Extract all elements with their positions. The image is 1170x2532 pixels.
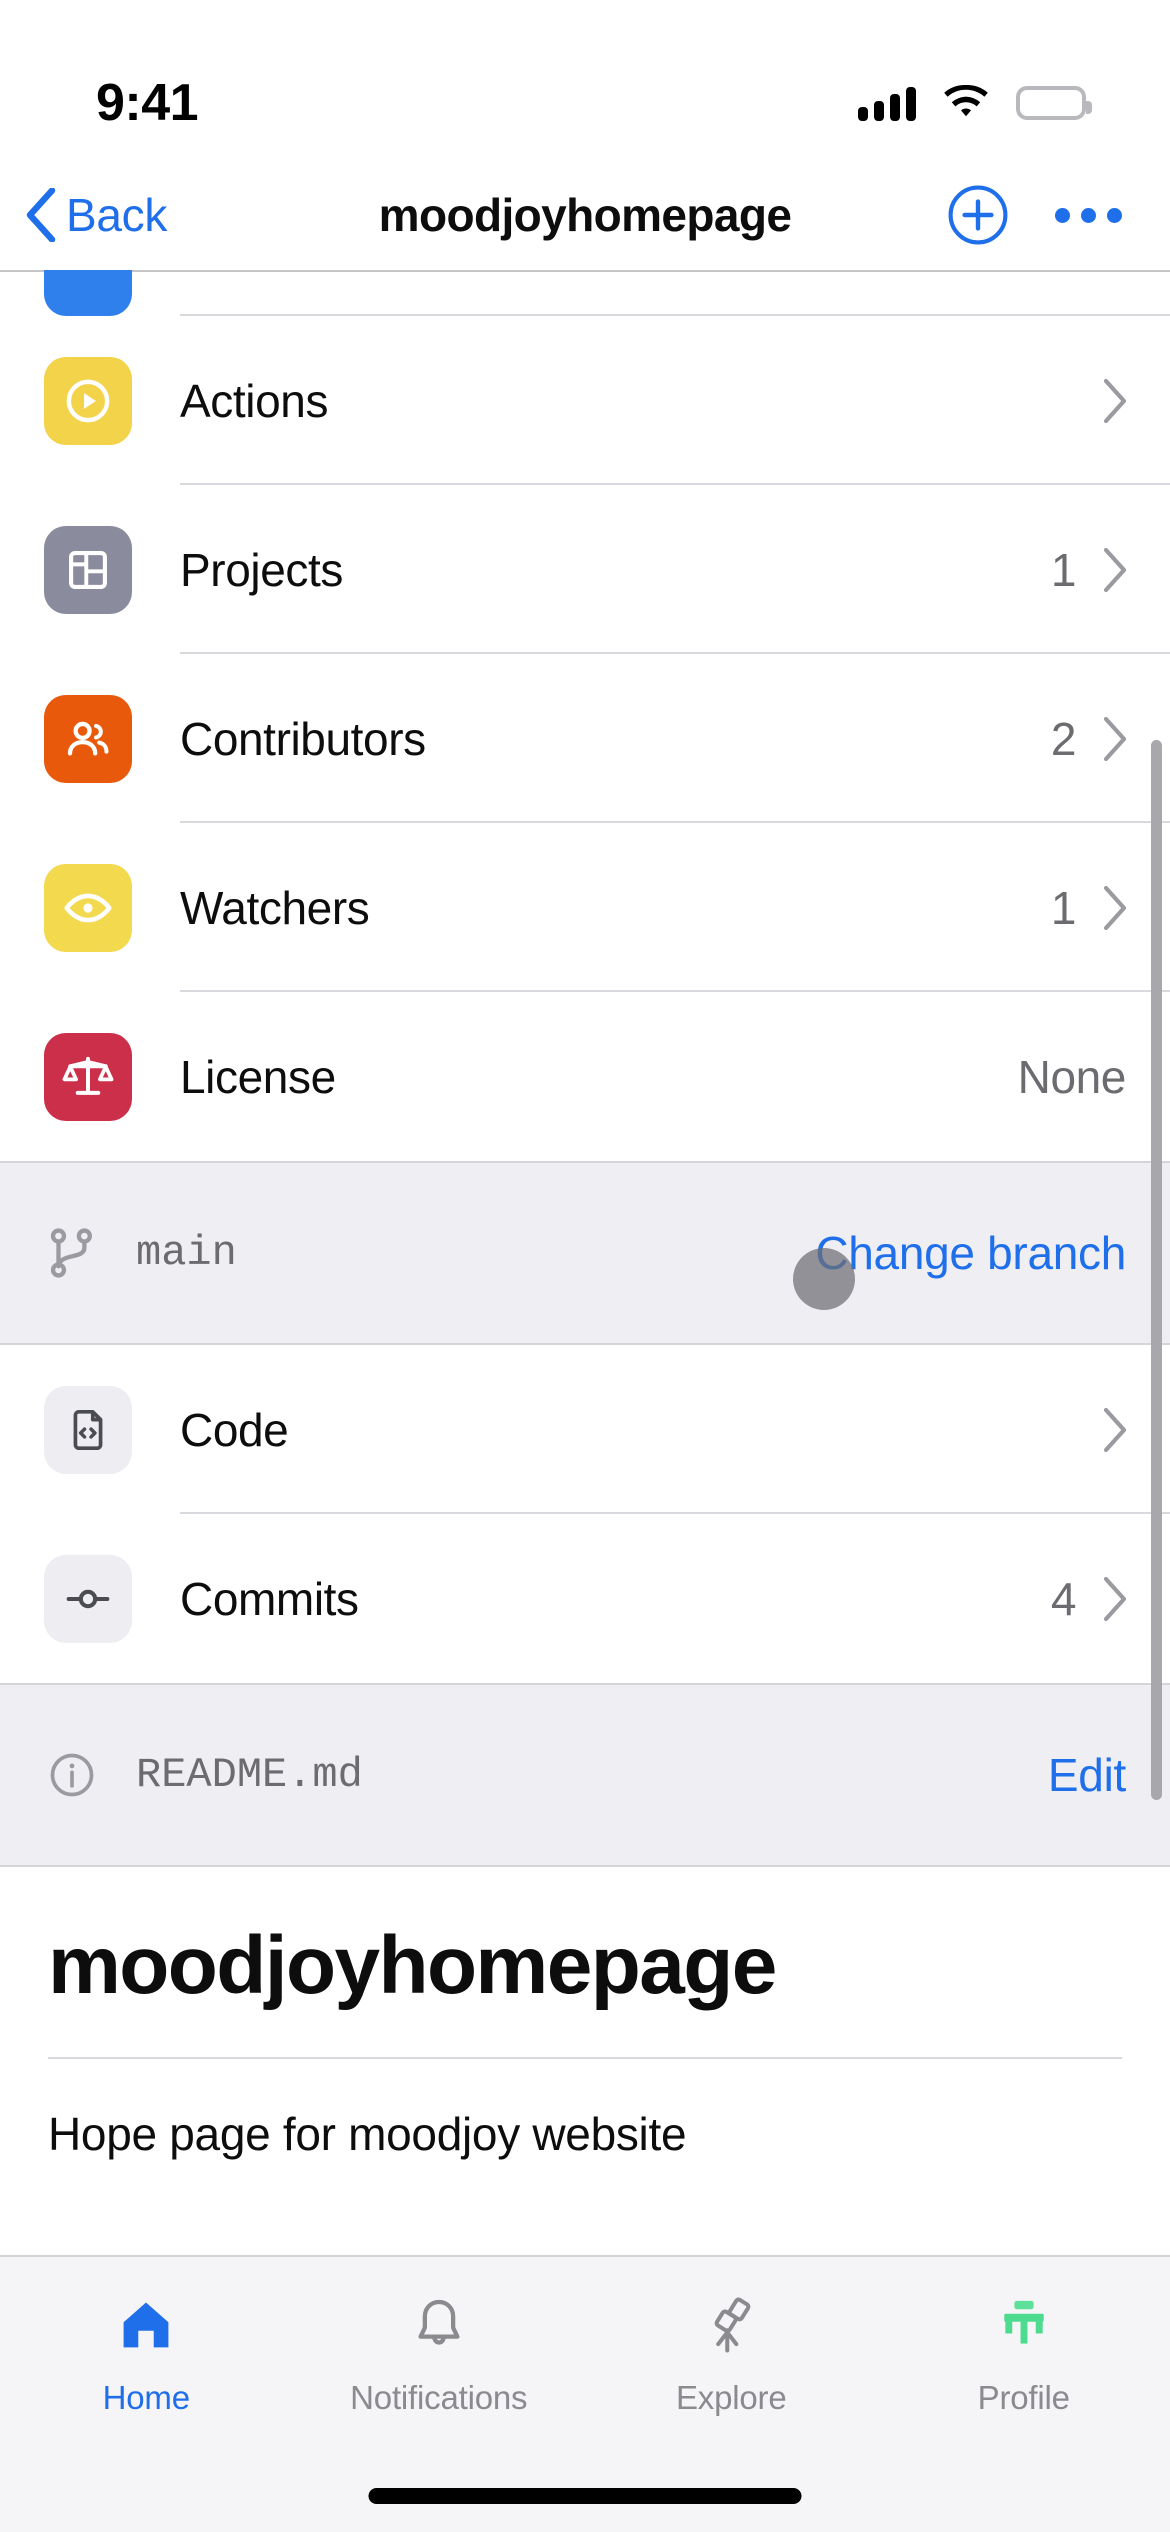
phone-screen: 9:41 Back moodjoyhomepage Actions Projec… xyxy=(0,0,1170,2532)
bell-icon xyxy=(407,2285,471,2367)
edit-readme-button[interactable]: Edit xyxy=(1048,1748,1126,1802)
readme-content: moodjoyhomepage Hope page for moodjoy we… xyxy=(0,1867,1170,2166)
plus-circle-icon[interactable] xyxy=(947,184,1009,246)
readme-divider xyxy=(48,2057,1122,2060)
back-button-label: Back xyxy=(66,189,168,241)
list-item-label: Actions xyxy=(180,374,329,427)
branch-bar: main Change branch xyxy=(0,1161,1170,1345)
navigation-actions xyxy=(947,184,1170,246)
vertical-scrollbar[interactable] xyxy=(1151,740,1162,1800)
chevron-right-icon xyxy=(1103,885,1126,930)
telescope-icon xyxy=(699,2285,763,2367)
readme-filename: README.md xyxy=(136,1751,363,1799)
status-bar-icons xyxy=(858,85,1092,121)
chevron-right-icon xyxy=(1103,716,1126,761)
list-item-watchers[interactable]: Watchers 1 xyxy=(0,823,1170,992)
git-commit-icon xyxy=(44,1554,132,1643)
chevron-right-icon xyxy=(1103,547,1126,592)
change-branch-button[interactable]: Change branch xyxy=(815,1226,1126,1280)
chevron-right-icon xyxy=(1103,1576,1126,1621)
tab-label: Profile xyxy=(977,2379,1070,2416)
tab-notifications[interactable]: Notifications xyxy=(293,2285,586,2417)
list-item-accessory: None xyxy=(1017,1050,1127,1104)
cellular-signal-icon xyxy=(858,85,916,121)
eye-icon xyxy=(44,863,132,952)
status-bar-time: 9:41 xyxy=(96,74,199,132)
list-item-accessory: 1 xyxy=(1051,543,1126,597)
law-scales-icon xyxy=(44,1032,132,1121)
list-item-value: 4 xyxy=(1050,1572,1077,1625)
chevron-right-icon xyxy=(1103,1407,1126,1452)
list-item-value: 2 xyxy=(1050,712,1077,765)
list-item-value: 1 xyxy=(1050,881,1077,934)
list-item-label: Watchers xyxy=(180,881,370,934)
avatar-image-icon xyxy=(992,2285,1056,2367)
list-item-accessory xyxy=(1076,1407,1126,1452)
readme-paragraph: Hope page for moodjoy website xyxy=(48,2108,687,2161)
list-item-accessory: 1 xyxy=(1051,881,1126,935)
list-item-value: 1 xyxy=(1050,543,1077,596)
partial-row-above[interactable] xyxy=(0,270,1170,316)
tab-explore[interactable]: Explore xyxy=(585,2285,878,2417)
list-item-accessory: 2 xyxy=(1051,712,1126,766)
chevron-right-icon xyxy=(1103,378,1126,423)
back-button[interactable]: Back xyxy=(0,188,167,242)
home-indicator[interactable] xyxy=(368,2488,802,2504)
list-item-label: Code xyxy=(180,1403,289,1456)
info-circle-icon xyxy=(44,1749,100,1801)
wifi-icon xyxy=(944,85,988,117)
navigation-bar: Back moodjoyhomepage xyxy=(0,160,1170,270)
list-item-code[interactable]: Code xyxy=(0,1345,1170,1514)
ellipsis-icon[interactable] xyxy=(1055,207,1122,223)
list-item-commits[interactable]: Commits 4 xyxy=(0,1514,1170,1683)
tab-home[interactable]: Home xyxy=(0,2285,293,2417)
list-item-label: Projects xyxy=(180,543,343,596)
tab-label: Explore xyxy=(676,2379,787,2416)
list-item-accessory: 4 xyxy=(1051,1572,1126,1626)
list-item-contributors[interactable]: Contributors 2 xyxy=(0,654,1170,823)
tab-profile[interactable]: Profile xyxy=(878,2285,1170,2417)
file-code-icon xyxy=(44,1385,132,1474)
branch-name: main xyxy=(136,1229,237,1277)
issues-icon xyxy=(44,270,132,316)
play-circle-icon xyxy=(44,356,132,445)
home-icon xyxy=(114,2285,178,2367)
list-item-actions[interactable]: Actions xyxy=(0,316,1170,485)
list-item-value: None xyxy=(1017,1050,1127,1103)
project-board-icon xyxy=(44,525,132,614)
people-icon xyxy=(44,694,132,783)
battery-full-icon xyxy=(1016,86,1092,120)
list-item-projects[interactable]: Projects 1 xyxy=(0,485,1170,654)
repository-detail-scroll[interactable]: Actions Projects 1 Contributors 2 Watche… xyxy=(0,270,1170,2255)
tab-label: Notifications xyxy=(350,2379,528,2416)
readme-heading: moodjoyhomepage xyxy=(48,1920,777,2011)
list-item-label: Commits xyxy=(180,1572,359,1625)
status-bar: 9:41 xyxy=(0,0,1170,160)
git-branch-icon xyxy=(44,1227,100,1279)
list-item-license[interactable]: License None xyxy=(0,992,1170,1161)
tab-label: Home xyxy=(102,2379,190,2416)
list-item-accessory xyxy=(1076,378,1126,423)
chevron-left-icon xyxy=(26,188,56,242)
list-item-label: License xyxy=(180,1050,336,1103)
list-item-label: Contributors xyxy=(180,712,426,765)
readme-bar: README.md Edit xyxy=(0,1683,1170,1867)
